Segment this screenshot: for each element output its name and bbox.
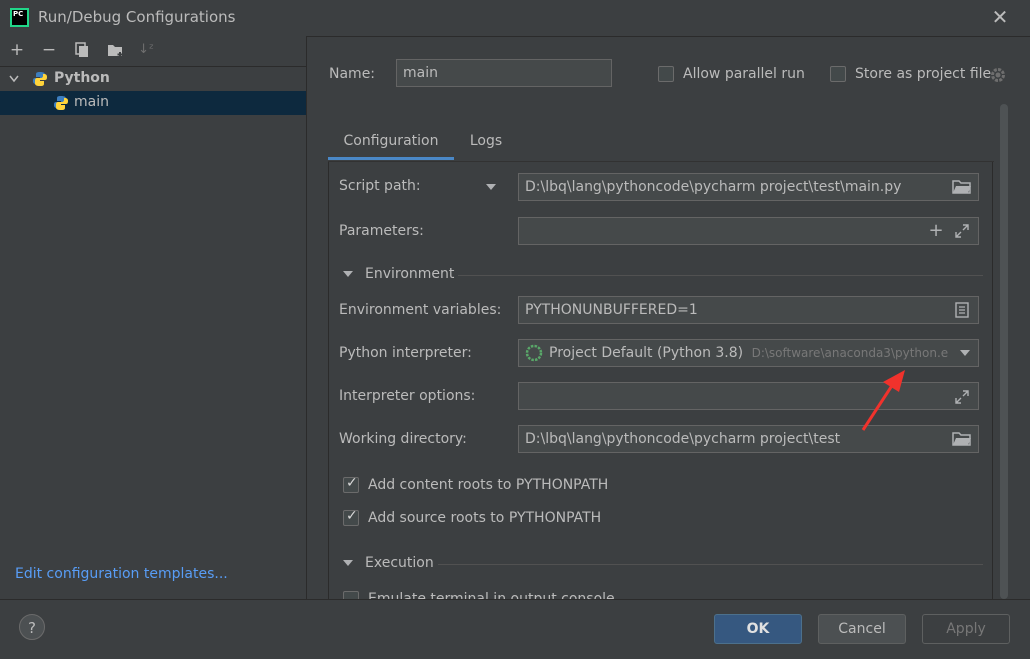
source-roots-label: Add source roots to PYTHONPATH	[368, 510, 602, 526]
tab-configuration[interactable]: Configuration	[328, 126, 454, 160]
apply-button[interactable]: Apply	[922, 614, 1010, 644]
edit-list-icon[interactable]	[955, 302, 969, 318]
interpreter-loading-icon	[525, 344, 543, 362]
interpreter-name: Project Default (Python 3.8)	[549, 345, 744, 361]
copy-icon[interactable]	[72, 40, 92, 60]
execution-collapse-icon[interactable]	[343, 560, 353, 566]
allow-parallel-label: Allow parallel run	[683, 66, 805, 82]
python-icon	[54, 96, 68, 110]
parameters-input[interactable]	[518, 217, 979, 245]
annotation-arrow	[861, 370, 905, 431]
gear-icon[interactable]	[989, 66, 1007, 84]
pycharm-logo-icon: PC	[10, 8, 29, 27]
cancel-button[interactable]: Cancel	[818, 614, 906, 644]
interpreter-options-label: Interpreter options:	[339, 388, 476, 404]
tab-logs[interactable]: Logs	[458, 126, 514, 160]
script-path-input[interactable]: D:\lbq\lang\pythoncode\pycharm project\t…	[518, 173, 979, 201]
tree-group-label: Python	[54, 70, 110, 86]
content-roots-checkbox[interactable]	[343, 475, 359, 493]
name-label: Name:	[329, 66, 376, 82]
script-type-dropdown-icon[interactable]	[486, 184, 496, 190]
expand-icon[interactable]	[954, 223, 970, 239]
remove-icon[interactable]: −	[39, 40, 59, 60]
ok-button[interactable]: OK	[714, 614, 802, 644]
interpreter-select[interactable]: Project Default (Python 3.8) D:\software…	[518, 339, 979, 367]
environment-section-title: Environment	[365, 266, 455, 282]
new-folder-icon[interactable]	[105, 40, 125, 60]
name-input[interactable]: main	[396, 59, 612, 87]
emulate-terminal-row: Emulate terminal in output console	[340, 588, 740, 599]
edit-templates-link[interactable]: Edit configuration templates...	[15, 566, 228, 582]
emulate-terminal-label: Emulate terminal in output console	[368, 591, 615, 599]
tree-group-python[interactable]: Python	[0, 68, 306, 90]
chevron-down-icon[interactable]	[9, 75, 19, 83]
environment-collapse-icon[interactable]	[343, 271, 353, 277]
section-divider	[438, 564, 983, 565]
working-dir-label: Working directory:	[339, 431, 467, 447]
emulate-terminal-checkbox[interactable]	[343, 591, 359, 599]
folder-icon[interactable]	[952, 179, 972, 195]
configurations-sidebar	[0, 36, 307, 599]
store-project-checkbox[interactable]	[830, 66, 846, 82]
source-roots-checkbox[interactable]	[343, 508, 359, 526]
add-macro-icon[interactable]: +	[926, 222, 946, 240]
store-project-label: Store as project file	[855, 66, 992, 82]
section-divider	[458, 275, 983, 276]
parameters-label: Parameters:	[339, 223, 424, 239]
window-title: Run/Debug Configurations	[38, 8, 236, 26]
content-roots-label: Add content roots to PYTHONPATH	[368, 477, 609, 493]
interpreter-label: Python interpreter:	[339, 345, 472, 361]
add-icon[interactable]: +	[7, 40, 27, 60]
env-vars-label: Environment variables:	[339, 302, 502, 318]
interpreter-path: D:\software\anaconda3\python.exe	[751, 346, 963, 360]
chevron-down-icon[interactable]	[960, 350, 970, 356]
execution-section-title: Execution	[365, 555, 434, 571]
tree-item-main[interactable]: main	[0, 91, 306, 115]
expand-icon[interactable]	[954, 389, 970, 405]
env-vars-input[interactable]: PYTHONUNBUFFERED=1	[518, 296, 979, 324]
tree-item-label: main	[74, 94, 109, 110]
help-button[interactable]: ?	[19, 614, 45, 640]
script-path-label: Script path:	[339, 178, 421, 194]
python-icon	[33, 72, 47, 86]
scrollbar[interactable]	[1000, 104, 1008, 599]
sort-icon[interactable]: ↓ᶻ	[136, 40, 156, 60]
allow-parallel-checkbox[interactable]	[658, 66, 674, 82]
close-icon[interactable]: ✕	[990, 6, 1010, 28]
folder-icon[interactable]	[952, 431, 972, 447]
